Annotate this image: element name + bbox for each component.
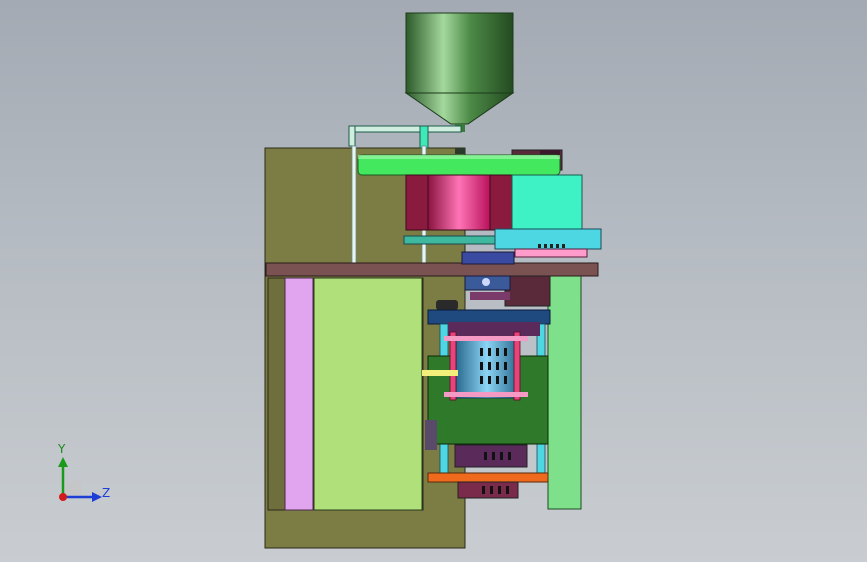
- measuring-cups[interactable]: [405, 174, 513, 231]
- hopper[interactable]: [404, 12, 515, 132]
- cad-viewport[interactable]: [0, 0, 867, 562]
- y-axis-label: Y: [58, 442, 66, 456]
- dosing-disc[interactable]: [357, 154, 561, 176]
- forming-assembly[interactable]: [422, 300, 551, 499]
- drive-mechanism[interactable]: [461, 251, 551, 307]
- work-table[interactable]: [265, 262, 599, 277]
- mint-housing[interactable]: [511, 174, 583, 231]
- right-column[interactable]: [547, 274, 582, 510]
- side-panel-violet[interactable]: [284, 277, 314, 511]
- front-panel-green[interactable]: [313, 277, 423, 511]
- z-axis-label: Z: [102, 486, 111, 500]
- coordinate-triad: [58, 457, 102, 502]
